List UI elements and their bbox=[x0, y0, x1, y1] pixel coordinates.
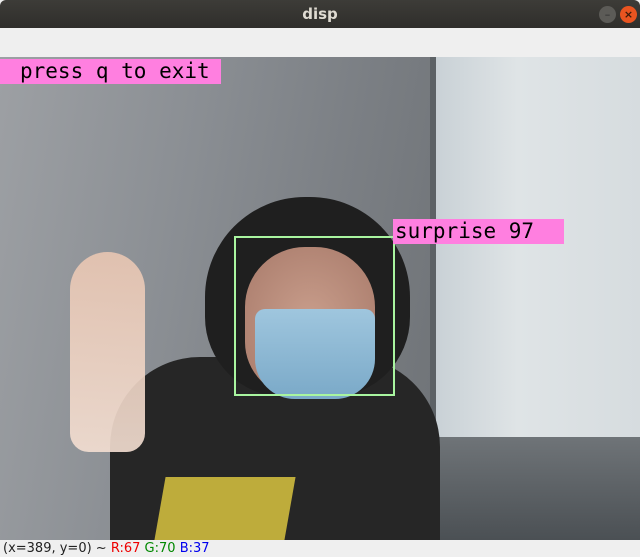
peace-hand bbox=[70, 252, 145, 452]
status-bar: (x=389, y=0) ~ R:67 G:70 B:37 bbox=[0, 540, 640, 557]
minimize-button[interactable]: – bbox=[599, 6, 616, 23]
blue-value: B:37 bbox=[179, 541, 210, 556]
toolbar bbox=[0, 28, 640, 57]
close-button[interactable]: × bbox=[620, 6, 637, 23]
pixel-coords: (x=389, y=0) ~ bbox=[3, 541, 107, 556]
shirt-print bbox=[154, 477, 296, 540]
window-title: disp bbox=[302, 5, 338, 23]
board-tray bbox=[430, 437, 640, 540]
whiteboard bbox=[430, 57, 640, 477]
camera-image[interactable]: press q to exit surprise 97 bbox=[0, 57, 640, 540]
green-value: G:70 bbox=[144, 541, 176, 556]
red-value: R:67 bbox=[110, 541, 141, 556]
exit-instruction-label: press q to exit bbox=[0, 59, 221, 84]
title-bar[interactable]: disp – × bbox=[0, 0, 640, 28]
emotion-label: surprise 97 bbox=[393, 219, 564, 244]
face-detection-box bbox=[234, 236, 395, 396]
